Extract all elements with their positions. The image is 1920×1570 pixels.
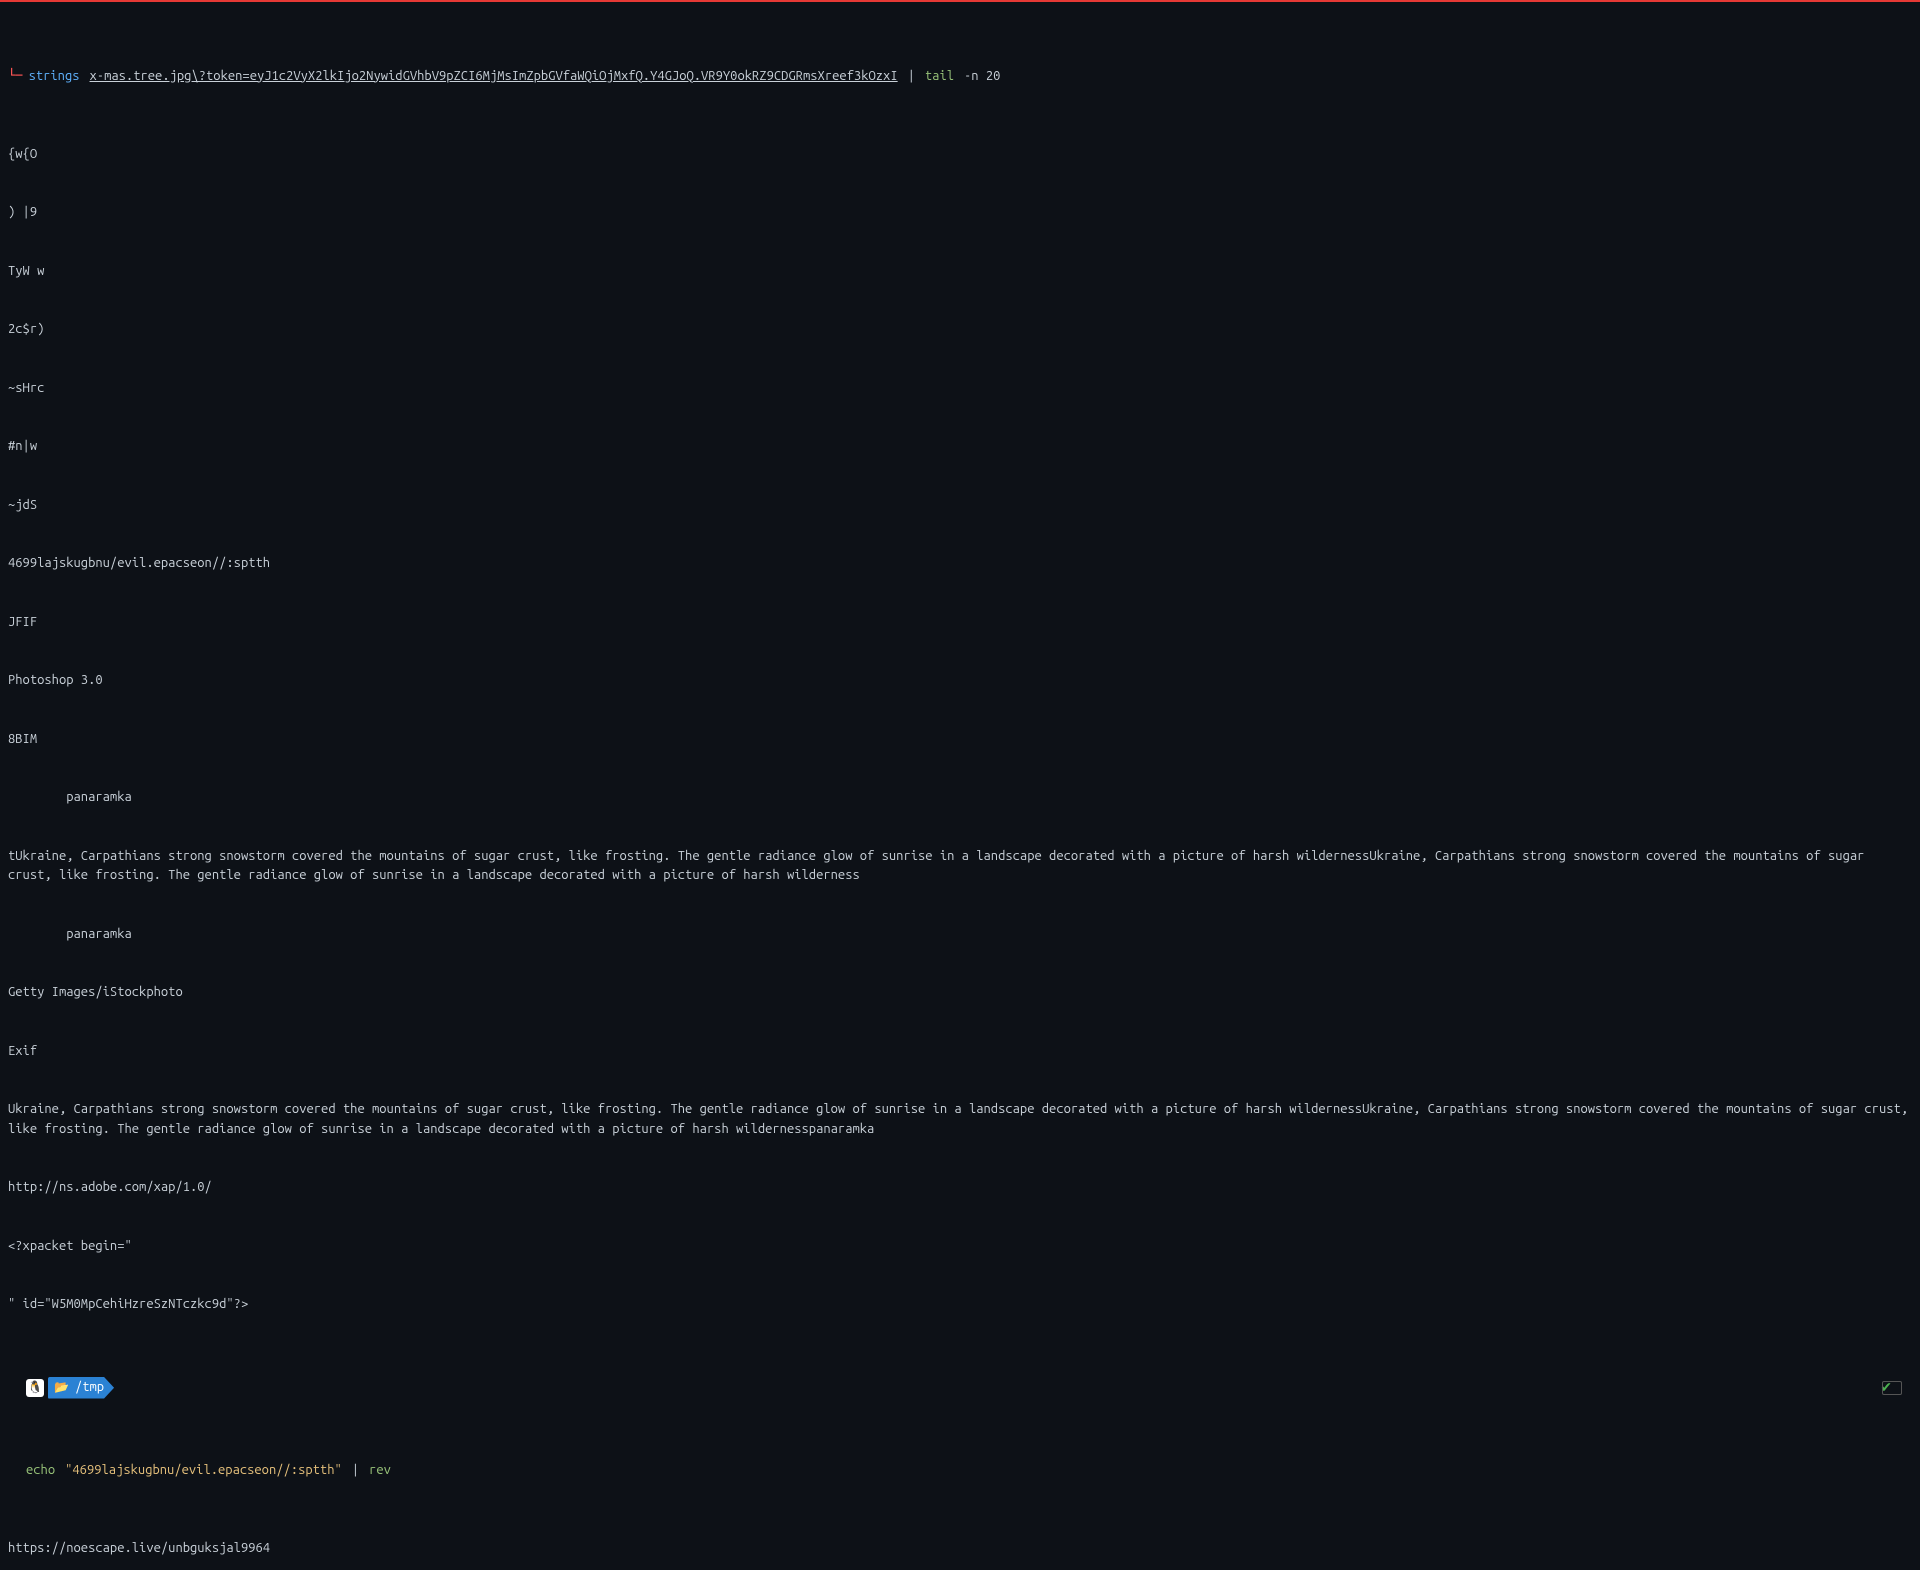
command-line-2: echo "4699lajskugbnu/evil.epacseon//:spt… — [26, 1461, 1912, 1481]
status-box — [1882, 1381, 1902, 1395]
tux-icon: 🐧 — [26, 1379, 44, 1397]
output-line: Photoshop 3.0 — [8, 671, 1912, 691]
output-line: Exif — [8, 1042, 1912, 1062]
output-line: Ukraine, Carpathians strong snowstorm co… — [8, 1100, 1912, 1139]
output-line: ) |9 — [8, 203, 1912, 223]
cwd-path: /tmp — [75, 1378, 104, 1398]
terminal-output[interactable]: └─ strings x-mas.tree.jpg\?token=eyJ1c2V… — [0, 2, 1920, 1570]
output-line: " id="W5M0MpCehiHzreSzNTczkc9d"?> — [8, 1295, 1912, 1315]
command-rev: rev — [369, 1461, 391, 1481]
output-line: panaramka — [8, 788, 1912, 808]
output-line: 8BIM — [8, 730, 1912, 750]
command-strings: strings — [29, 67, 80, 87]
command-tail-args: -n 20 — [964, 67, 1000, 87]
output-line: ~sHrc — [8, 379, 1912, 399]
command-tail: tail — [925, 67, 954, 87]
output-line: Getty Images/iStockphoto — [8, 983, 1912, 1003]
prompt-arrow-icon: └─ — [8, 67, 23, 87]
command-echo-string: "4699lajskugbnu/evil.epacseon//:sptth" — [65, 1461, 342, 1481]
output-line: panaramka — [8, 925, 1912, 945]
output-line: TyW w — [8, 262, 1912, 282]
output-line: tUkraine, Carpathians strong snowstorm c… — [8, 847, 1912, 886]
prompt-segment-1: 🐧 📂 /tmp ✔ — [26, 1377, 1912, 1399]
cwd-badge: 📂 /tmp — [48, 1377, 114, 1399]
output-line: {w{O — [8, 145, 1912, 165]
pipe-1: | — [908, 67, 915, 87]
pipe-2: | — [352, 1461, 359, 1481]
output-line: JFIF — [8, 613, 1912, 633]
output-line-url: https://noescape.live/unbguksjal9964 — [8, 1539, 1912, 1559]
output-line: 4699lajskugbnu/evil.epacseon//:sptth — [8, 554, 1912, 574]
output-line: ~jdS — [8, 496, 1912, 516]
output-line: http://ns.adobe.com/xap/1.0/ — [8, 1178, 1912, 1198]
folder-icon: 📂 — [54, 1379, 69, 1397]
output-line: #n|w — [8, 437, 1912, 457]
command-arg-file: x-mas.tree.jpg\?token=eyJ1c2VyX2lkIjo2Ny… — [90, 67, 898, 87]
output-line: 2c$r) — [8, 320, 1912, 340]
command-line-1: └─ strings x-mas.tree.jpg\?token=eyJ1c2V… — [8, 67, 1912, 87]
output-line: <?xpacket begin=" — [8, 1237, 1912, 1257]
command-echo: echo — [26, 1461, 55, 1481]
